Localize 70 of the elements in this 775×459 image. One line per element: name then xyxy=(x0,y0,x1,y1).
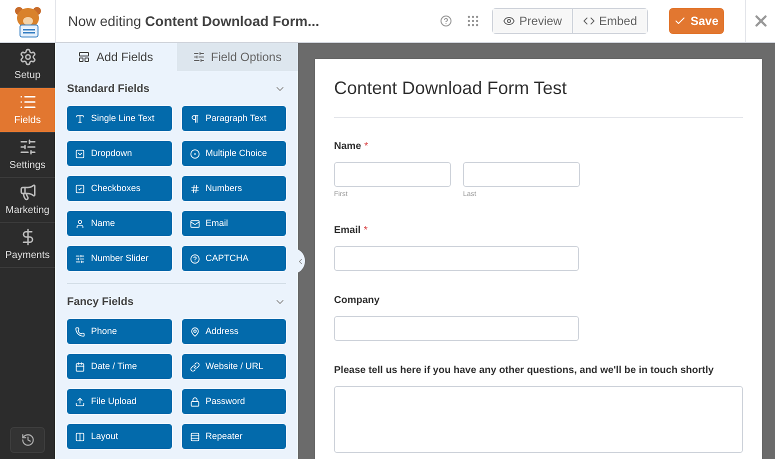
field-button[interactable]: Layout xyxy=(67,424,172,449)
history-icon xyxy=(20,433,34,447)
megaphone-icon xyxy=(18,182,36,200)
field-button[interactable]: Single Line Text xyxy=(67,106,172,131)
field-button[interactable]: Multiple Choice xyxy=(182,141,286,166)
section-title: Fancy Fields xyxy=(67,294,134,310)
sidebar-item[interactable]: Fields xyxy=(0,88,55,133)
field-button[interactable]: Phone xyxy=(67,319,172,344)
revisions-button[interactable] xyxy=(10,427,45,453)
field-label: Email xyxy=(334,224,361,238)
preview-button[interactable]: Preview xyxy=(493,9,572,33)
save-button[interactable]: Save xyxy=(669,8,724,34)
lock-icon xyxy=(190,396,200,406)
form-name: Content Download Form... xyxy=(145,12,320,28)
required-asterisk: * xyxy=(364,140,368,154)
textarea-input[interactable] xyxy=(334,386,743,452)
sliders-icon xyxy=(192,51,205,63)
form-title: Content Download Form Test xyxy=(334,75,743,118)
field-button[interactable]: Repeater xyxy=(182,424,286,449)
code-icon xyxy=(582,15,595,27)
user-icon xyxy=(75,218,85,228)
text-input[interactable] xyxy=(334,316,579,340)
field-button[interactable]: Password xyxy=(182,389,286,414)
name-input[interactable] xyxy=(463,162,580,187)
field-button[interactable]: Paragraph Text xyxy=(182,106,286,131)
envelope-icon xyxy=(190,218,200,228)
field-button[interactable]: Name xyxy=(67,211,172,236)
field-label: Name xyxy=(334,140,362,154)
hash-icon xyxy=(190,184,200,194)
required-asterisk: * xyxy=(364,224,368,238)
chevron-left-icon xyxy=(298,256,305,266)
field-label: Please tell us here if you have any other questions, and we'll be in touch shortly xyxy=(334,364,714,378)
layout-icon xyxy=(78,51,90,63)
field-button[interactable]: Address xyxy=(182,319,286,344)
field-button[interactable]: Dropdown xyxy=(67,141,172,166)
grid-icon[interactable] xyxy=(466,14,480,28)
field-button[interactable]: Website / URL xyxy=(182,354,286,379)
upload-icon xyxy=(75,396,85,406)
columns-icon xyxy=(75,432,85,442)
field-button[interactable]: CAPTCHA xyxy=(182,246,286,271)
pilcrow-icon xyxy=(190,114,200,124)
panel-tab[interactable]: Field Options xyxy=(176,43,298,71)
rows-icon xyxy=(190,432,200,442)
radio-icon xyxy=(190,148,200,158)
checkbox-icon xyxy=(75,184,85,194)
field-button[interactable]: File Upload xyxy=(67,389,172,414)
link-icon xyxy=(190,362,200,372)
editing-label: Now editing xyxy=(68,12,142,28)
field-button[interactable]: Checkboxes xyxy=(67,176,172,201)
field-button[interactable]: Date / Time xyxy=(67,354,172,379)
phone-icon xyxy=(75,326,85,336)
sliders-icon xyxy=(75,254,85,264)
name-input[interactable] xyxy=(334,162,451,187)
dropdown-icon xyxy=(75,148,85,158)
section-title: Standard Fields xyxy=(67,82,150,97)
gear-icon xyxy=(18,48,36,66)
help-icon[interactable] xyxy=(440,15,452,27)
field-label: Company xyxy=(334,294,380,308)
eye-icon xyxy=(503,15,516,27)
text-input[interactable] xyxy=(334,246,579,270)
question-icon xyxy=(190,254,200,264)
field-button[interactable]: Numbers xyxy=(182,176,286,201)
sliders-icon xyxy=(18,138,36,156)
text-icon xyxy=(75,114,85,124)
check-icon xyxy=(674,15,686,27)
embed-button[interactable]: Embed xyxy=(572,9,647,33)
pin-icon xyxy=(190,326,200,336)
field-button[interactable]: Email xyxy=(182,211,286,236)
calendar-icon xyxy=(75,362,85,372)
field-button[interactable]: Number Slider xyxy=(67,246,172,271)
